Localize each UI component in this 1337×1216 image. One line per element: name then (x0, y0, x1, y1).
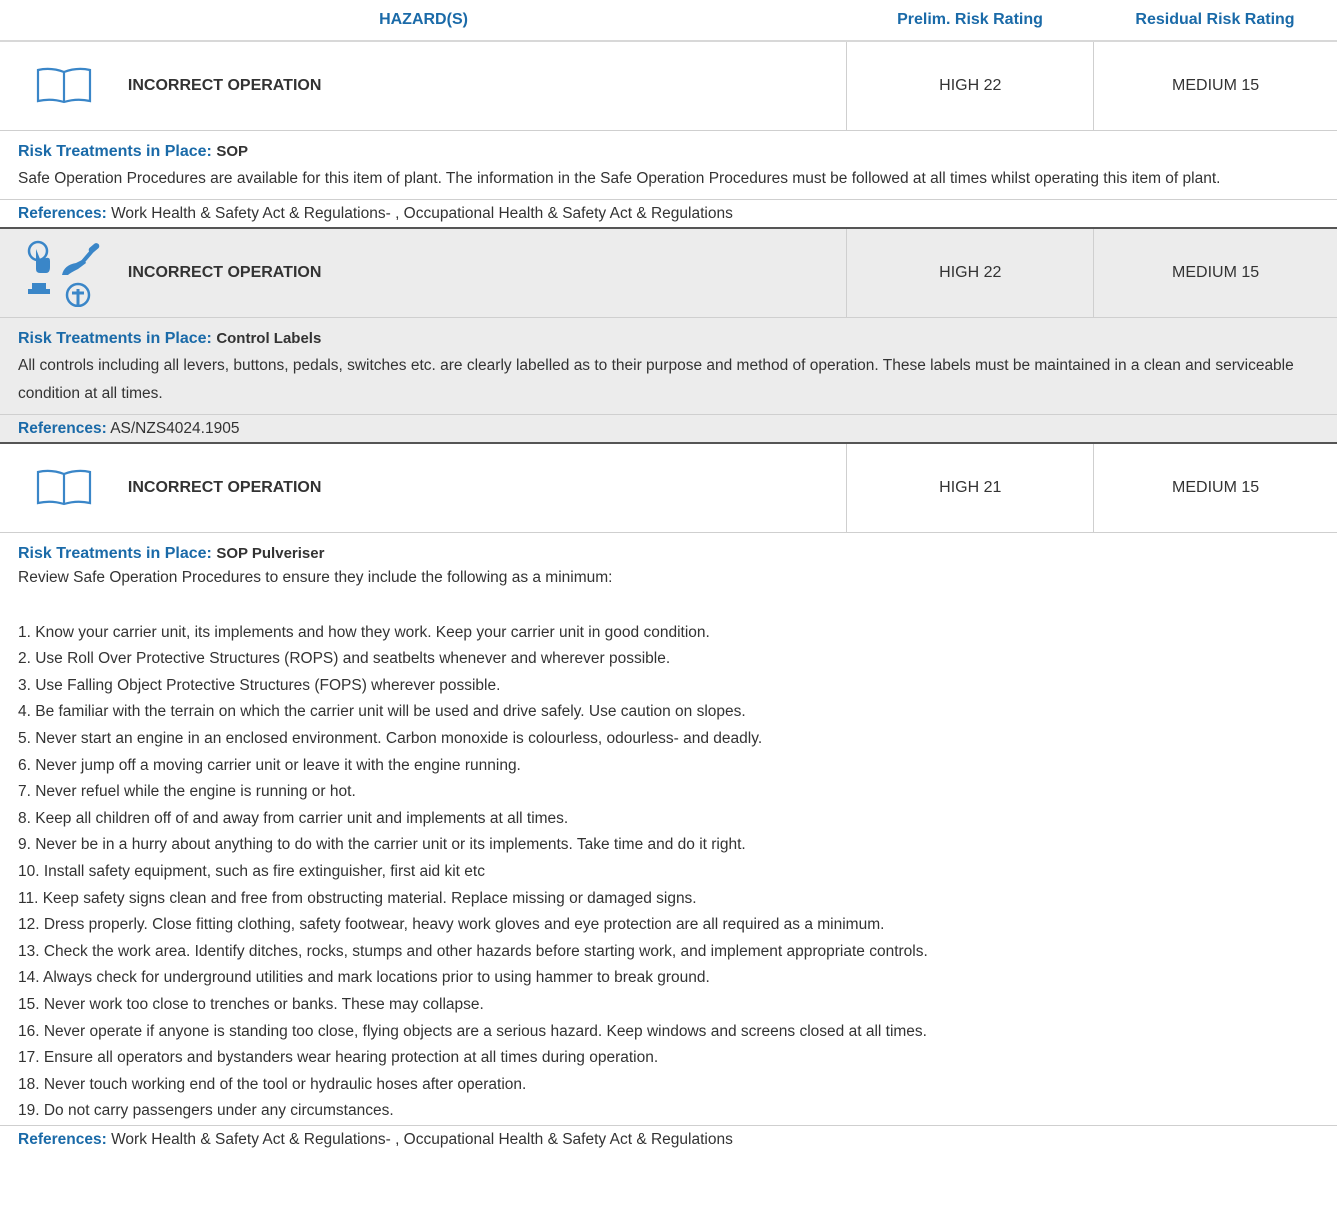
treatment-name: SOP (216, 143, 248, 160)
header-hazard: HAZARD(S) (379, 11, 468, 28)
prelim-rating: HIGH 22 (847, 42, 1095, 130)
list-item: 3. Use Falling Object Protective Structu… (18, 676, 501, 694)
prelim-rating: HIGH 22 (847, 229, 1095, 317)
book-icon (0, 42, 128, 130)
treatment-heading: Risk Treatments in Place: SOP (0, 131, 1337, 163)
header-residual-rating: Residual Risk Rating (1135, 11, 1295, 28)
header-prelim-rating: Prelim. Risk Rating (897, 11, 1043, 28)
residual-rating: MEDIUM 15 (1172, 479, 1260, 496)
references-label: References: (18, 420, 107, 437)
list-item: 4. Be familiar with the terrain on which… (18, 703, 746, 721)
list-item: 12. Dress properly. Close fitting clothi… (18, 916, 885, 934)
list-item: 7. Never refuel while the engine is runn… (18, 783, 356, 801)
list-item: 13. Check the work area. Identify ditche… (18, 942, 928, 960)
risk-assessment-sheet: HAZARD(S) Prelim. Risk Rating Residual R… (0, 0, 1337, 1153)
treatment-heading: Risk Treatments in Place: SOP Pulveriser (0, 533, 1337, 565)
references-text: Work Health & Safety Act & Regulations- … (111, 205, 733, 222)
list-item: 1. Know your carrier unit, its implement… (18, 623, 710, 641)
references-row: References: AS/NZS4024.1905 (0, 414, 1337, 442)
hazard-row: INCORRECT OPERATION HIGH 22 MEDIUM 15 (0, 227, 1337, 318)
hazard-row: INCORRECT OPERATION HIGH 22 MEDIUM 15 (0, 41, 1337, 131)
book-icon (0, 444, 128, 532)
treatment-text: All controls including all levers, butto… (18, 357, 1294, 402)
hazard-block-3: INCORRECT OPERATION HIGH 21 MEDIUM 15 Ri… (0, 442, 1337, 1153)
list-item: 14. Always check for underground utiliti… (18, 969, 710, 987)
list-item: 15. Never work too close to trenches or … (18, 995, 484, 1013)
references-label: References: (18, 205, 107, 222)
list-item: 18. Never touch working end of the tool … (18, 1075, 527, 1093)
hazard-name: INCORRECT OPERATION (128, 229, 848, 317)
treatment-label: Risk Treatments in Place: (18, 330, 212, 347)
treatment-text: Safe Operation Procedures are available … (18, 170, 1221, 187)
references-row: References: Work Health & Safety Act & R… (0, 1124, 1337, 1153)
treatment-list: Review Safe Operation Procedures to ensu… (0, 565, 1337, 1125)
references-row: References: Work Health & Safety Act & R… (0, 199, 1337, 227)
references-text: Work Health & Safety Act & Regulations- … (111, 1130, 733, 1148)
list-item: 2. Use Roll Over Protective Structures (… (18, 650, 671, 668)
controls-icon (0, 229, 128, 317)
hazard-row: INCORRECT OPERATION HIGH 21 MEDIUM 15 (0, 442, 1337, 533)
list-item: 9. Never be in a hurry about anything to… (18, 836, 746, 854)
hazard-name: INCORRECT OPERATION (128, 42, 848, 130)
list-item: 10. Install safety equipment, such as fi… (18, 862, 485, 880)
list-item: 17. Ensure all operators and bystanders … (18, 1049, 659, 1067)
residual-rating: MEDIUM 15 (1172, 264, 1260, 281)
treatment-heading: Risk Treatments in Place: Control Labels (0, 318, 1337, 350)
list-item: 11. Keep safety signs clean and free fro… (18, 889, 697, 907)
treatment-name: SOP Pulveriser (216, 545, 325, 562)
references-label: References: (18, 1130, 107, 1148)
list-item: 16. Never operate if anyone is standing … (18, 1022, 927, 1040)
hazard-block-2: INCORRECT OPERATION HIGH 22 MEDIUM 15 Ri… (0, 227, 1337, 442)
prelim-rating: HIGH 21 (847, 444, 1095, 532)
treatment-label: Risk Treatments in Place: (18, 545, 212, 562)
references-text: AS/NZS4024.1905 (110, 420, 240, 437)
treatment-items: 1. Know your carrier unit, its implement… (18, 620, 1319, 1125)
hazard-block-1: INCORRECT OPERATION HIGH 22 MEDIUM 15 Ri… (0, 41, 1337, 227)
table-header: HAZARD(S) Prelim. Risk Rating Residual R… (0, 0, 1337, 41)
list-item: 8. Keep all children off of and away fro… (18, 809, 569, 827)
treatment-label: Risk Treatments in Place: (18, 143, 212, 160)
treatment-intro: Review Safe Operation Procedures to ensu… (18, 569, 613, 586)
residual-rating: MEDIUM 15 (1172, 77, 1260, 94)
list-item: 19. Do not carry passengers under any ci… (18, 1102, 394, 1120)
list-item: 5. Never start an engine in an enclosed … (18, 729, 763, 747)
hazard-name: INCORRECT OPERATION (128, 444, 848, 532)
treatment-name: Control Labels (216, 330, 322, 347)
list-item: 6. Never jump off a moving carrier unit … (18, 756, 521, 774)
